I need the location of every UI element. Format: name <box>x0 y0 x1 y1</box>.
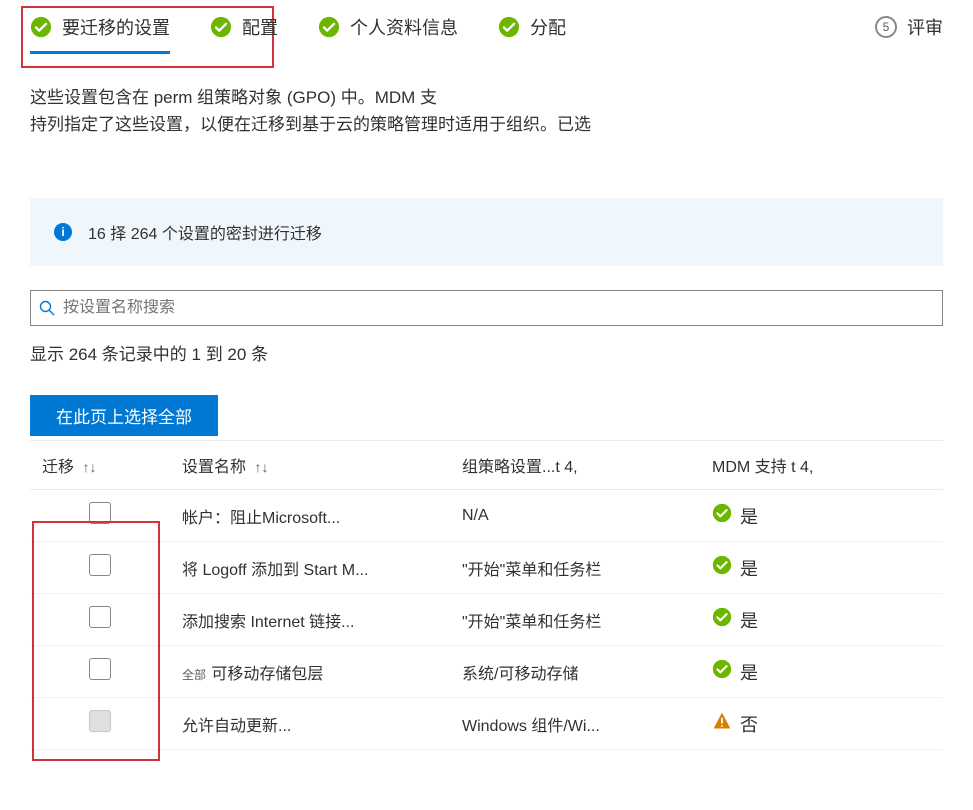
col-label: 设置名称 <box>182 459 246 476</box>
check-icon <box>712 503 732 528</box>
cell-gpo-setting: Windows 组件/Wi... <box>450 698 700 750</box>
table-row: 允许自动更新... Windows 组件/Wi... 否 <box>30 698 943 750</box>
select-all-button[interactable]: 在此页上选择全部 <box>30 395 218 436</box>
wizard-stepper: 要迁移的设置 配置 个人资料信息 分配 5 评审 <box>0 0 973 54</box>
sort-icon: ↑↓ <box>250 459 268 475</box>
setting-name-text: 帐户：阻止Microsoft... <box>182 510 340 527</box>
cell-mdm-support: 是 <box>700 542 943 594</box>
table-row: 将 Logoff 添加到 Start M... "开始"菜单和任务栏 是 <box>30 542 943 594</box>
col-header-migrate[interactable]: 迁移 ↑↓ <box>30 441 170 490</box>
check-icon <box>712 607 732 632</box>
search-box[interactable] <box>30 290 943 326</box>
cell-mdm-support: 是 <box>700 646 943 698</box>
check-icon <box>318 16 340 38</box>
step-label: 配置 <box>242 14 278 40</box>
search-input[interactable] <box>63 299 934 317</box>
info-icon: i <box>54 223 72 241</box>
page-description: 这些设置包含在 perm 组策略对象 (GPO) 中。MDM 支 持列指定了这些… <box>0 54 973 138</box>
step-label: 评审 <box>907 14 943 40</box>
col-label: 迁移 <box>42 459 74 476</box>
migrate-checkbox[interactable] <box>89 658 111 680</box>
check-icon <box>712 659 732 684</box>
cell-gpo-setting: "开始"菜单和任务栏 <box>450 542 700 594</box>
table-row: 帐户：阻止Microsoft... N/A 是 <box>30 490 943 542</box>
info-text: 16 择 264 个设置的密封进行迁移 <box>88 220 322 244</box>
settings-table: 迁移 ↑↓ 设置名称 ↑↓ 组策略设置...t 4, MDM 支持 t 4, 帐… <box>30 441 943 750</box>
migrate-checkbox <box>89 710 111 732</box>
mdm-support-text: 是 <box>740 555 758 581</box>
mdm-support-text: 是 <box>740 659 758 685</box>
cell-setting-name: 允许自动更新... <box>170 698 450 750</box>
cell-setting-name: 帐户：阻止Microsoft... <box>170 490 450 542</box>
step-label: 分配 <box>530 14 566 40</box>
step-review[interactable]: 5 评审 <box>875 14 943 54</box>
step-number-icon: 5 <box>875 16 897 38</box>
mdm-support-text: 否 <box>740 711 758 737</box>
col-label: MDM 支持 t 4, <box>712 459 813 476</box>
col-header-mdm[interactable]: MDM 支持 t 4, <box>700 441 943 490</box>
check-icon <box>498 16 520 38</box>
cell-mdm-support: 否 <box>700 698 943 750</box>
cell-setting-name: 将 Logoff 添加到 Start M... <box>170 542 450 594</box>
migrate-checkbox[interactable] <box>89 606 111 628</box>
col-header-gpo[interactable]: 组策略设置...t 4, <box>450 441 700 490</box>
col-label: 组策略设置...t 4, <box>462 459 578 476</box>
check-icon <box>30 16 52 38</box>
migrate-checkbox[interactable] <box>89 554 111 576</box>
cell-setting-name: 添加搜索 Internet 链接... <box>170 594 450 646</box>
sort-icon: ↑↓ <box>78 459 96 475</box>
check-icon <box>210 16 232 38</box>
setting-name-text: 允许自动更新... <box>182 718 291 735</box>
cell-mdm-support: 是 <box>700 594 943 646</box>
search-container <box>30 290 943 326</box>
search-icon <box>39 300 55 316</box>
table-header-row: 迁移 ↑↓ 设置名称 ↑↓ 组策略设置...t 4, MDM 支持 t 4, <box>30 441 943 490</box>
table-row: 全部 可移动存储包层系统/可移动存储是 <box>30 646 943 698</box>
cell-gpo-setting: "开始"菜单和任务栏 <box>450 594 700 646</box>
step-settings-to-migrate[interactable]: 要迁移的设置 <box>30 14 170 54</box>
info-message-bar: i 16 择 264 个设置的密封进行迁移 <box>30 198 943 266</box>
setting-name-text: 添加搜索 Internet 链接... <box>182 614 355 631</box>
cell-gpo-setting: 系统/可移动存储 <box>450 646 700 698</box>
settings-table-container: 迁移 ↑↓ 设置名称 ↑↓ 组策略设置...t 4, MDM 支持 t 4, 帐… <box>30 440 943 750</box>
step-assign[interactable]: 分配 <box>498 14 566 54</box>
setting-name-text: 将 Logoff 添加到 Start M... <box>182 562 368 579</box>
cell-gpo-setting: N/A <box>450 490 700 542</box>
table-row: 添加搜索 Internet 链接... "开始"菜单和任务栏 是 <box>30 594 943 646</box>
mdm-support-text: 是 <box>740 503 758 529</box>
step-label: 个人资料信息 <box>350 14 458 40</box>
migrate-checkbox[interactable] <box>89 502 111 524</box>
warning-icon <box>712 711 732 736</box>
desc-line: 持列指定了这些设置，以便在迁移到基于云的策略管理时适用于组织。已选 <box>30 111 943 138</box>
cell-mdm-support: 是 <box>700 490 943 542</box>
col-header-name[interactable]: 设置名称 ↑↓ <box>170 441 450 490</box>
mdm-support-text: 是 <box>740 607 758 633</box>
step-profile-info[interactable]: 个人资料信息 <box>318 14 458 54</box>
name-prefix: 全部 <box>182 668 209 682</box>
step-label: 要迁移的设置 <box>62 14 170 40</box>
desc-line: 这些设置包含在 perm 组策略对象 (GPO) 中。MDM 支 <box>30 84 943 111</box>
setting-name-text: 可移动存储包层 <box>211 666 323 683</box>
step-configure[interactable]: 配置 <box>210 14 278 54</box>
cell-setting-name: 全部 可移动存储包层 <box>170 646 450 698</box>
check-icon <box>712 555 732 580</box>
record-count-text: 显示 264 条记录中的 1 到 20 条 <box>30 340 943 365</box>
